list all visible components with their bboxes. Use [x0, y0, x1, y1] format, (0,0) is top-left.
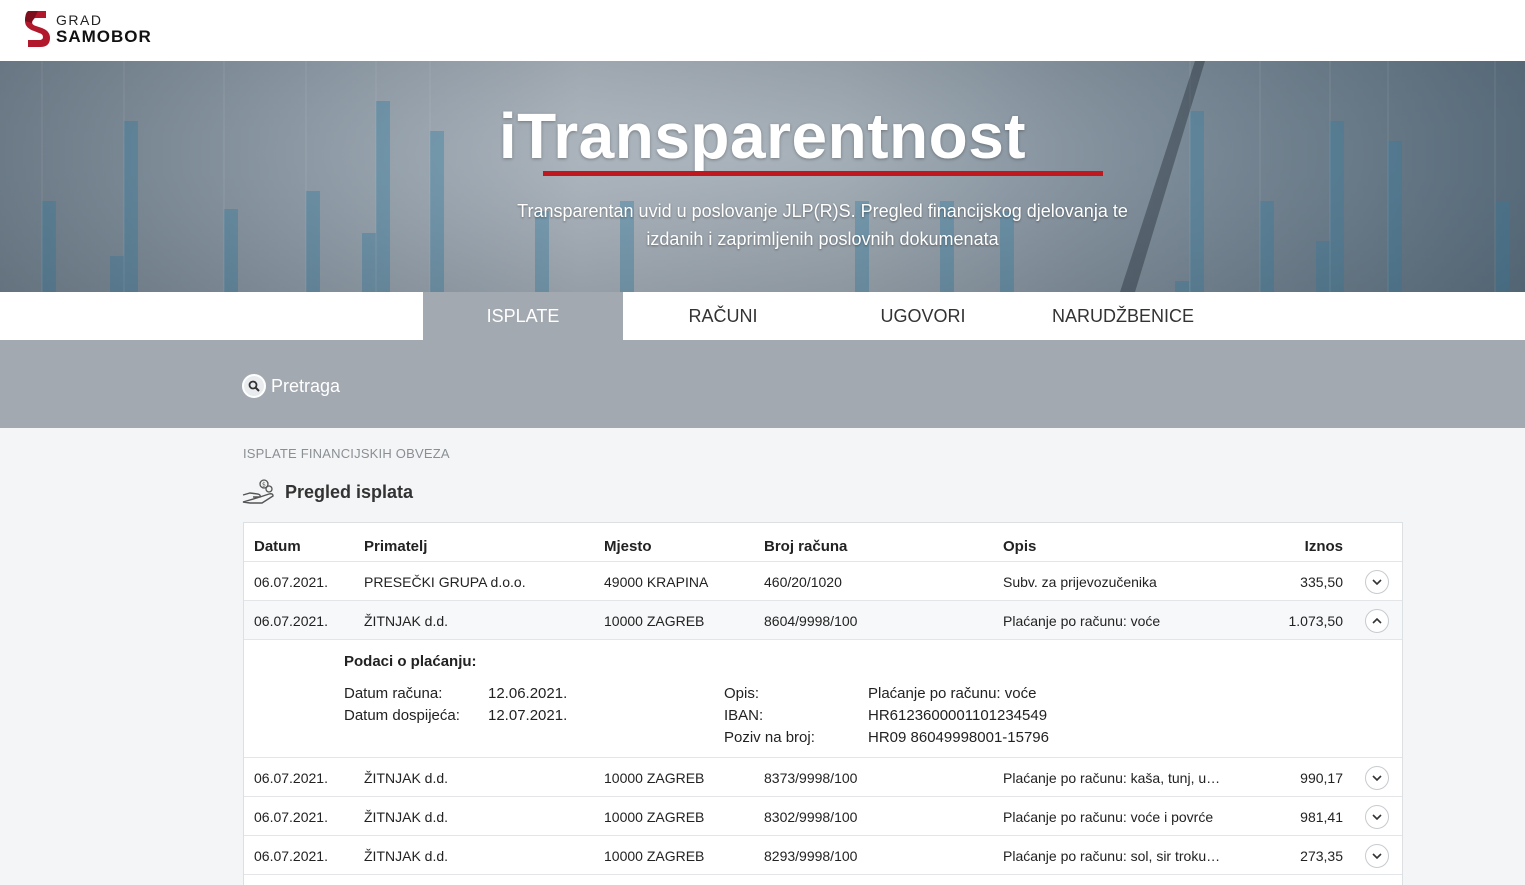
- cell-primatelj: ŽITNJAK d.d.: [364, 847, 449, 864]
- expand-row-button[interactable]: [1365, 844, 1389, 868]
- expand-row-button[interactable]: [1365, 805, 1389, 829]
- hero-title-underline: [543, 171, 1103, 176]
- details-opis-label: Opis:: [724, 685, 760, 702]
- details-iban-label: IBAN:: [724, 707, 764, 724]
- search-label: Pretraga: [271, 375, 341, 396]
- col-header-datum[interactable]: Datum: [254, 527, 354, 566]
- details-title: Podaci o plaćanju:: [344, 653, 477, 670]
- cell-broj-racuna: 460/20/1020: [764, 573, 842, 590]
- main-tabs: ISPLATE RAČUNI UGOVORI NARUDŽBENICE: [0, 292, 1525, 340]
- collapse-row-button[interactable]: [1365, 609, 1389, 633]
- details-datum-racuna-value: 12.06.2021.: [488, 685, 568, 702]
- cell-broj-racuna: 8302/9998/100: [764, 808, 858, 825]
- search-button[interactable]: Pretraga: [242, 374, 340, 398]
- table-row[interactable]: 06.07.2021. PRESEČKI GRUPA d.o.o. 49000 …: [244, 562, 1402, 601]
- details-datum-dospijeca-label: Datum dospijeća:: [344, 707, 460, 724]
- cell-mjesto: 49000 KRAPINA: [604, 573, 709, 590]
- cell-mjesto: 10000 ZAGREB: [604, 847, 705, 864]
- tab-narudzbenice[interactable]: NARUDŽBENICE: [1023, 292, 1223, 340]
- table-row[interactable]: 06.07.2021. ŽITNJAK d.d. 10000 ZAGREB 86…: [244, 601, 1402, 640]
- cell-datum: 06.07.2021.: [254, 808, 328, 825]
- chevron-down-icon: [1372, 775, 1382, 781]
- tab-isplate[interactable]: ISPLATE: [423, 292, 623, 340]
- search-icon: [242, 374, 266, 398]
- cell-opis: Plaćanje po računu: kaša, tunj, u…: [1003, 769, 1221, 786]
- logo-line-1: GRAD: [56, 12, 103, 28]
- col-header-broj-racuna[interactable]: Broj računa: [764, 527, 994, 566]
- hero-subtitle: Transparentan uvid u poslovanje JLP(R)S.…: [517, 201, 1128, 249]
- cell-broj-racuna: 8604/9998/100: [764, 612, 858, 629]
- details-datum-racuna-label: Datum računa:: [344, 685, 443, 702]
- cell-datum: 06.07.2021.: [254, 769, 328, 786]
- section-header: $ Pregled isplata: [242, 478, 413, 506]
- table-row[interactable]: 06.07.2021. ŽITNJAK d.d. 10000 ZAGREB 83…: [244, 758, 1402, 797]
- top-bar: GRAD SAMOBOR: [0, 0, 1525, 61]
- cell-primatelj: PRESEČKI GRUPA d.o.o.: [364, 573, 526, 590]
- logo-line-2: SAMOBOR: [56, 27, 152, 46]
- cell-primatelj: ŽITNJAK d.d.: [364, 769, 449, 786]
- col-header-primatelj[interactable]: Primatelj: [364, 527, 594, 566]
- cell-opis: Plaćanje po računu: sol, sir troku…: [1003, 847, 1221, 864]
- col-header-opis[interactable]: Opis: [1003, 527, 1225, 566]
- cell-mjesto: 10000 ZAGREB: [604, 769, 705, 786]
- details-iban-value: HR6123600001101234549: [868, 707, 1048, 724]
- cell-opis: Subv. za prijevozučenika: [1003, 573, 1157, 590]
- details-opis-value: Plaćanje po računu: voće: [868, 685, 1037, 702]
- cell-iznos: 990,17: [1300, 769, 1343, 786]
- payment-details-panel: Podaci o plaćanju: Datum računa: 12.06.2…: [244, 640, 1402, 758]
- cell-opis: Plaćanje po računu: voće i povrće: [1003, 808, 1214, 825]
- expand-row-button[interactable]: [1365, 570, 1389, 594]
- cell-iznos: 1.073,50: [1288, 612, 1344, 629]
- cell-opis: Plaćanje po računu: voće: [1003, 612, 1161, 629]
- details-datum-dospijeca-value: 12.07.2021.: [488, 707, 568, 724]
- section-title: Pregled isplata: [285, 481, 414, 502]
- col-header-iznos[interactable]: Iznos: [1234, 527, 1343, 566]
- hero-overlay: [0, 61, 1525, 292]
- cell-iznos: 335,50: [1300, 573, 1343, 590]
- samobor-logo-icon: [25, 11, 50, 47]
- table-row[interactable]: 06.07.2021. ŽITNJAK d.d. 10000 ZAGREB 82…: [244, 836, 1402, 875]
- col-header-mjesto[interactable]: Mjesto: [604, 527, 754, 566]
- details-poziv-value: HR09 86049998001-15796: [868, 729, 1049, 746]
- section-kicker: ISPLATE FINANCIJSKIH OBVEZA: [243, 446, 450, 461]
- tab-ugovori[interactable]: UGOVORI: [823, 292, 1023, 340]
- cell-broj-racuna: 8293/9998/100: [764, 847, 858, 864]
- payments-table: Datum Primatelj Mjesto Broj računa Opis …: [243, 522, 1403, 885]
- details-poziv-label: Poziv na broj:: [724, 729, 815, 746]
- cell-iznos: 981,41: [1300, 808, 1343, 825]
- cell-broj-racuna: 8373/9998/100: [764, 769, 858, 786]
- expand-row-button[interactable]: [1365, 766, 1389, 790]
- cell-mjesto: 10000 ZAGREB: [604, 808, 705, 825]
- chevron-down-icon: [1372, 853, 1382, 859]
- cell-primatelj: ŽITNJAK d.d.: [364, 808, 449, 825]
- search-band: Pretraga: [0, 340, 1525, 428]
- chevron-down-icon: [1372, 814, 1382, 820]
- cell-iznos: 273,35: [1300, 847, 1343, 864]
- money-hand-icon: $: [242, 479, 274, 504]
- grad-samobor-logo[interactable]: GRAD SAMOBOR: [24, 9, 152, 49]
- cell-datum: 06.07.2021.: [254, 847, 328, 864]
- tab-racuni[interactable]: RAČUNI: [623, 292, 823, 340]
- hero-title: iTransparentnost: [498, 100, 1027, 172]
- hero-banner: iTransparentnost Transparentan uvid u po…: [0, 61, 1525, 292]
- cell-primatelj: ŽITNJAK d.d.: [364, 612, 449, 629]
- table-row[interactable]: 06.07.2021. ŽITNJAK d.d. 10000 ZAGREB 83…: [244, 797, 1402, 836]
- chevron-up-icon: [1372, 618, 1382, 624]
- chevron-down-icon: [1372, 579, 1382, 585]
- cell-datum: 06.07.2021.: [254, 612, 328, 629]
- cell-mjesto: 10000 ZAGREB: [604, 612, 705, 629]
- svg-text:$: $: [262, 482, 266, 489]
- table-header-row: Datum Primatelj Mjesto Broj računa Opis …: [244, 523, 1402, 562]
- cell-datum: 06.07.2021.: [254, 573, 328, 590]
